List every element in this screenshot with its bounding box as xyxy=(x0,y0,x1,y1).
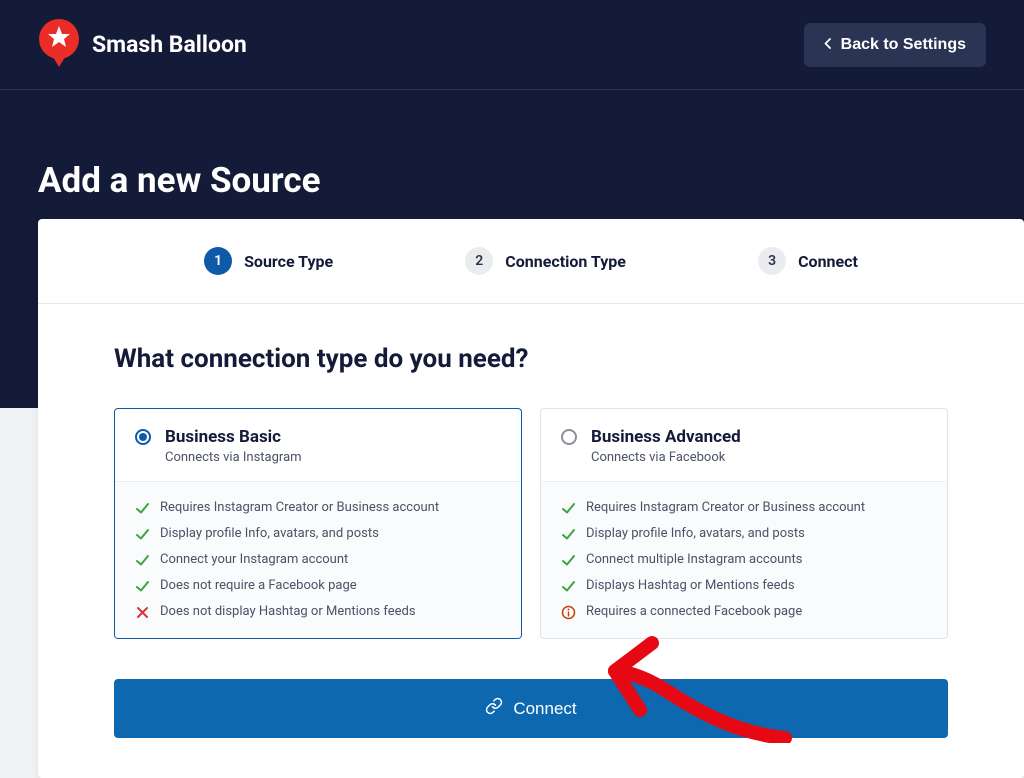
features-list: Requires Instagram Creator or Business a… xyxy=(115,481,521,638)
feature-text: Does not display Hashtag or Mentions fee… xyxy=(160,604,416,619)
feature-text: Requires a connected Facebook page xyxy=(586,604,802,619)
feature-item: Requires a connected Facebook page xyxy=(561,604,927,620)
wizard-card: 1 Source Type 2 Connection Type 3 Connec… xyxy=(38,219,1024,778)
check-icon xyxy=(135,527,150,542)
connect-button[interactable]: Connect xyxy=(114,679,948,738)
info-icon xyxy=(561,605,576,620)
radio-icon xyxy=(135,429,151,445)
feature-text: Requires Instagram Creator or Business a… xyxy=(160,500,439,515)
check-icon xyxy=(135,579,150,594)
feature-text: Does not require a Facebook page xyxy=(160,578,357,593)
feature-item: Display profile Info, avatars, and posts xyxy=(561,526,927,542)
step-number: 1 xyxy=(204,247,232,275)
back-button-label: Back to Settings xyxy=(841,36,966,54)
brand-logo: Smash Balloon xyxy=(38,19,247,71)
check-icon xyxy=(561,501,576,516)
card-body: What connection type do you need? Busine… xyxy=(38,304,1024,778)
option-subtitle: Connects via Facebook xyxy=(591,450,741,465)
cross-icon xyxy=(135,605,150,620)
question-heading: What connection type do you need? xyxy=(114,344,948,374)
feature-item: Connect your Instagram account xyxy=(135,552,501,568)
radio-icon xyxy=(561,429,577,445)
feature-item: Does not require a Facebook page xyxy=(135,578,501,594)
chevron-left-icon xyxy=(824,36,831,54)
stepper: 1 Source Type 2 Connection Type 3 Connec… xyxy=(38,219,1024,304)
feature-item: Requires Instagram Creator or Business a… xyxy=(561,500,927,516)
connect-button-label: Connect xyxy=(513,699,576,719)
step-connection-type[interactable]: 2 Connection Type xyxy=(465,247,626,275)
brand-name: Smash Balloon xyxy=(92,31,247,58)
option-title: Business Basic xyxy=(165,427,302,447)
feature-item: Connect multiple Instagram accounts xyxy=(561,552,927,568)
step-number: 2 xyxy=(465,247,493,275)
feature-text: Connect multiple Instagram accounts xyxy=(586,552,802,567)
feature-item: Does not display Hashtag or Mentions fee… xyxy=(135,604,501,620)
option-title: Business Advanced xyxy=(591,427,741,447)
app-header: Smash Balloon Back to Settings xyxy=(0,0,1024,90)
check-icon xyxy=(561,553,576,568)
feature-text: Display profile Info, avatars, and posts xyxy=(586,526,805,541)
feature-text: Connect your Instagram account xyxy=(160,552,348,567)
feature-text: Displays Hashtag or Mentions feeds xyxy=(586,578,795,593)
feature-item: Display profile Info, avatars, and posts xyxy=(135,526,501,542)
balloon-icon xyxy=(38,19,80,71)
option-business-advanced[interactable]: Business Advanced Connects via Facebook … xyxy=(540,408,948,639)
option-subtitle: Connects via Instagram xyxy=(165,450,302,465)
page-title: Add a new Source xyxy=(38,160,986,201)
option-header: Business Basic Connects via Instagram xyxy=(115,409,521,481)
features-list: Requires Instagram Creator or Business a… xyxy=(541,481,947,638)
feature-item: Displays Hashtag or Mentions feeds xyxy=(561,578,927,594)
connection-options: Business Basic Connects via Instagram Re… xyxy=(114,408,948,639)
check-icon xyxy=(135,501,150,516)
step-label: Source Type xyxy=(244,252,333,271)
check-icon xyxy=(561,527,576,542)
back-to-settings-button[interactable]: Back to Settings xyxy=(804,23,986,67)
option-header: Business Advanced Connects via Facebook xyxy=(541,409,947,481)
feature-text: Requires Instagram Creator or Business a… xyxy=(586,500,865,515)
step-source-type[interactable]: 1 Source Type xyxy=(204,247,333,275)
feature-item: Requires Instagram Creator or Business a… xyxy=(135,500,501,516)
step-connect[interactable]: 3 Connect xyxy=(758,247,858,275)
step-label: Connect xyxy=(798,252,858,271)
feature-text: Display profile Info, avatars, and posts xyxy=(160,526,379,541)
step-number: 3 xyxy=(758,247,786,275)
check-icon xyxy=(561,579,576,594)
step-label: Connection Type xyxy=(505,252,626,271)
option-business-basic[interactable]: Business Basic Connects via Instagram Re… xyxy=(114,408,522,639)
link-icon xyxy=(485,697,503,720)
check-icon xyxy=(135,553,150,568)
